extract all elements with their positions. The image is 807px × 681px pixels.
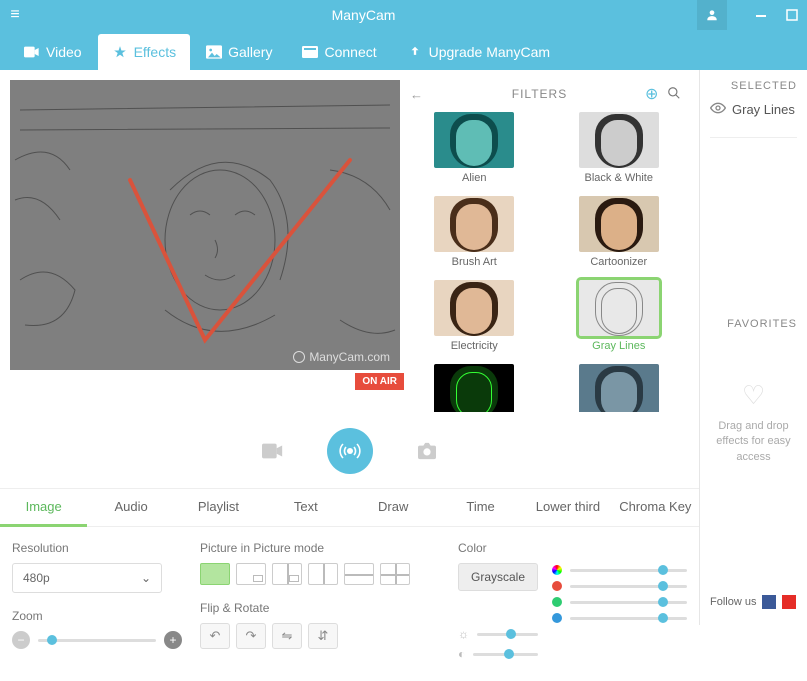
camera-toggle-button[interactable]	[259, 437, 287, 465]
tab-connect-label: Connect	[324, 44, 376, 60]
pip-split2[interactable]	[272, 563, 302, 585]
tab-upgrade-label: Upgrade ManyCam	[429, 44, 550, 60]
tab-connect[interactable]: Connect	[288, 34, 390, 70]
filter-item-8[interactable]	[555, 364, 684, 412]
app-title: ManyCam	[30, 7, 697, 23]
resolution-label: Resolution	[12, 541, 182, 555]
on-air-badge: ON AIR	[355, 373, 404, 390]
maximize-button[interactable]	[777, 0, 807, 30]
filters-search-button[interactable]	[667, 86, 689, 103]
tab-video-label: Video	[46, 44, 82, 60]
flip-vertical-button[interactable]: ⇵	[308, 623, 338, 649]
facebook-icon[interactable]	[762, 595, 776, 609]
subtab-playlist[interactable]: Playlist	[175, 489, 262, 526]
broadcast-button[interactable]	[327, 428, 373, 474]
subtab-draw[interactable]: Draw	[350, 489, 437, 526]
tab-gallery-label: Gallery	[228, 44, 272, 60]
pip-split-h[interactable]	[344, 563, 374, 585]
tab-upgrade[interactable]: Upgrade ManyCam	[393, 34, 564, 70]
tab-effects[interactable]: Effects	[98, 34, 191, 70]
brightness-icon: ☼	[458, 627, 469, 641]
pip-split-v[interactable]	[308, 563, 338, 585]
hue-icon	[552, 565, 562, 575]
favorites-hint: Drag and drop effects for easy access	[710, 419, 797, 465]
filter-black-white[interactable]: Black & White	[555, 112, 684, 184]
selected-effect[interactable]: Gray Lines	[710, 102, 797, 117]
rotate-right-button[interactable]: ↷	[236, 623, 266, 649]
rotate-left-button[interactable]: ↶	[200, 623, 230, 649]
heart-icon: ♡	[742, 380, 765, 411]
pip-corner[interactable]	[236, 563, 266, 585]
contrast-slider[interactable]	[473, 653, 538, 656]
chevron-down-icon: ⌄	[141, 571, 151, 585]
zoom-out-button[interactable]: −	[12, 631, 30, 649]
user-button[interactable]	[697, 0, 727, 30]
resolution-select[interactable]: 480p ⌄	[12, 563, 162, 593]
youtube-icon[interactable]	[782, 595, 796, 609]
tab-gallery[interactable]: Gallery	[192, 34, 286, 70]
color-label: Color	[458, 541, 687, 555]
filters-add-button[interactable]: ⊕	[645, 84, 667, 104]
subtab-chromakey[interactable]: Chroma Key	[612, 489, 699, 526]
subtab-audio[interactable]: Audio	[87, 489, 174, 526]
zoom-slider[interactable]	[38, 639, 156, 642]
pip-quad[interactable]	[380, 563, 410, 585]
filter-cartoonizer[interactable]: Cartoonizer	[555, 196, 684, 268]
filter-brush-art[interactable]: Brush Art	[410, 196, 539, 268]
tab-effects-label: Effects	[134, 44, 177, 60]
selected-header: SELECTED	[710, 80, 797, 92]
pip-label: Picture in Picture mode	[200, 541, 440, 555]
tab-video[interactable]: Video	[10, 34, 96, 70]
snapshot-button[interactable]	[413, 437, 441, 465]
brightness-slider[interactable]	[477, 633, 538, 636]
minimize-button[interactable]	[747, 0, 777, 30]
filters-title: FILTERS	[434, 87, 645, 101]
subtab-text[interactable]: Text	[262, 489, 349, 526]
filter-gray-lines[interactable]: Gray Lines	[555, 280, 684, 352]
color-mode-button[interactable]: Grayscale	[458, 563, 538, 591]
favorites-header: FAVORITES	[710, 318, 797, 330]
flip-label: Flip & Rotate	[200, 601, 440, 615]
pip-full[interactable]	[200, 563, 230, 585]
filter-electricity[interactable]: Electricity	[410, 280, 539, 352]
blue-icon	[552, 613, 562, 623]
watermark: ManyCam.com	[293, 350, 390, 364]
video-preview: ManyCam.com ON AIR	[10, 80, 400, 370]
filter-alien[interactable]: Alien	[410, 112, 539, 184]
filters-back-button[interactable]: ←	[410, 87, 434, 102]
contrast-icon: ◐	[458, 647, 465, 661]
filters-grid[interactable]: Alien Black & White Brush Art Cartoonize…	[410, 112, 689, 412]
red-slider[interactable]	[570, 585, 687, 588]
hue-slider[interactable]	[570, 569, 687, 572]
green-icon	[552, 597, 562, 607]
filter-item-7[interactable]	[410, 364, 539, 412]
flip-horizontal-button[interactable]: ⇋	[272, 623, 302, 649]
green-slider[interactable]	[570, 601, 687, 604]
blue-slider[interactable]	[570, 617, 687, 620]
subtab-time[interactable]: Time	[437, 489, 524, 526]
subtab-image[interactable]: Image	[0, 489, 87, 527]
zoom-label: Zoom	[12, 609, 182, 623]
menu-button[interactable]: ≡	[0, 6, 30, 24]
subtab-lowerthird[interactable]: Lower third	[524, 489, 611, 526]
red-icon	[552, 581, 562, 591]
zoom-in-button[interactable]: +	[164, 631, 182, 649]
follow-label: Follow us	[710, 596, 756, 608]
eye-icon	[710, 102, 726, 117]
